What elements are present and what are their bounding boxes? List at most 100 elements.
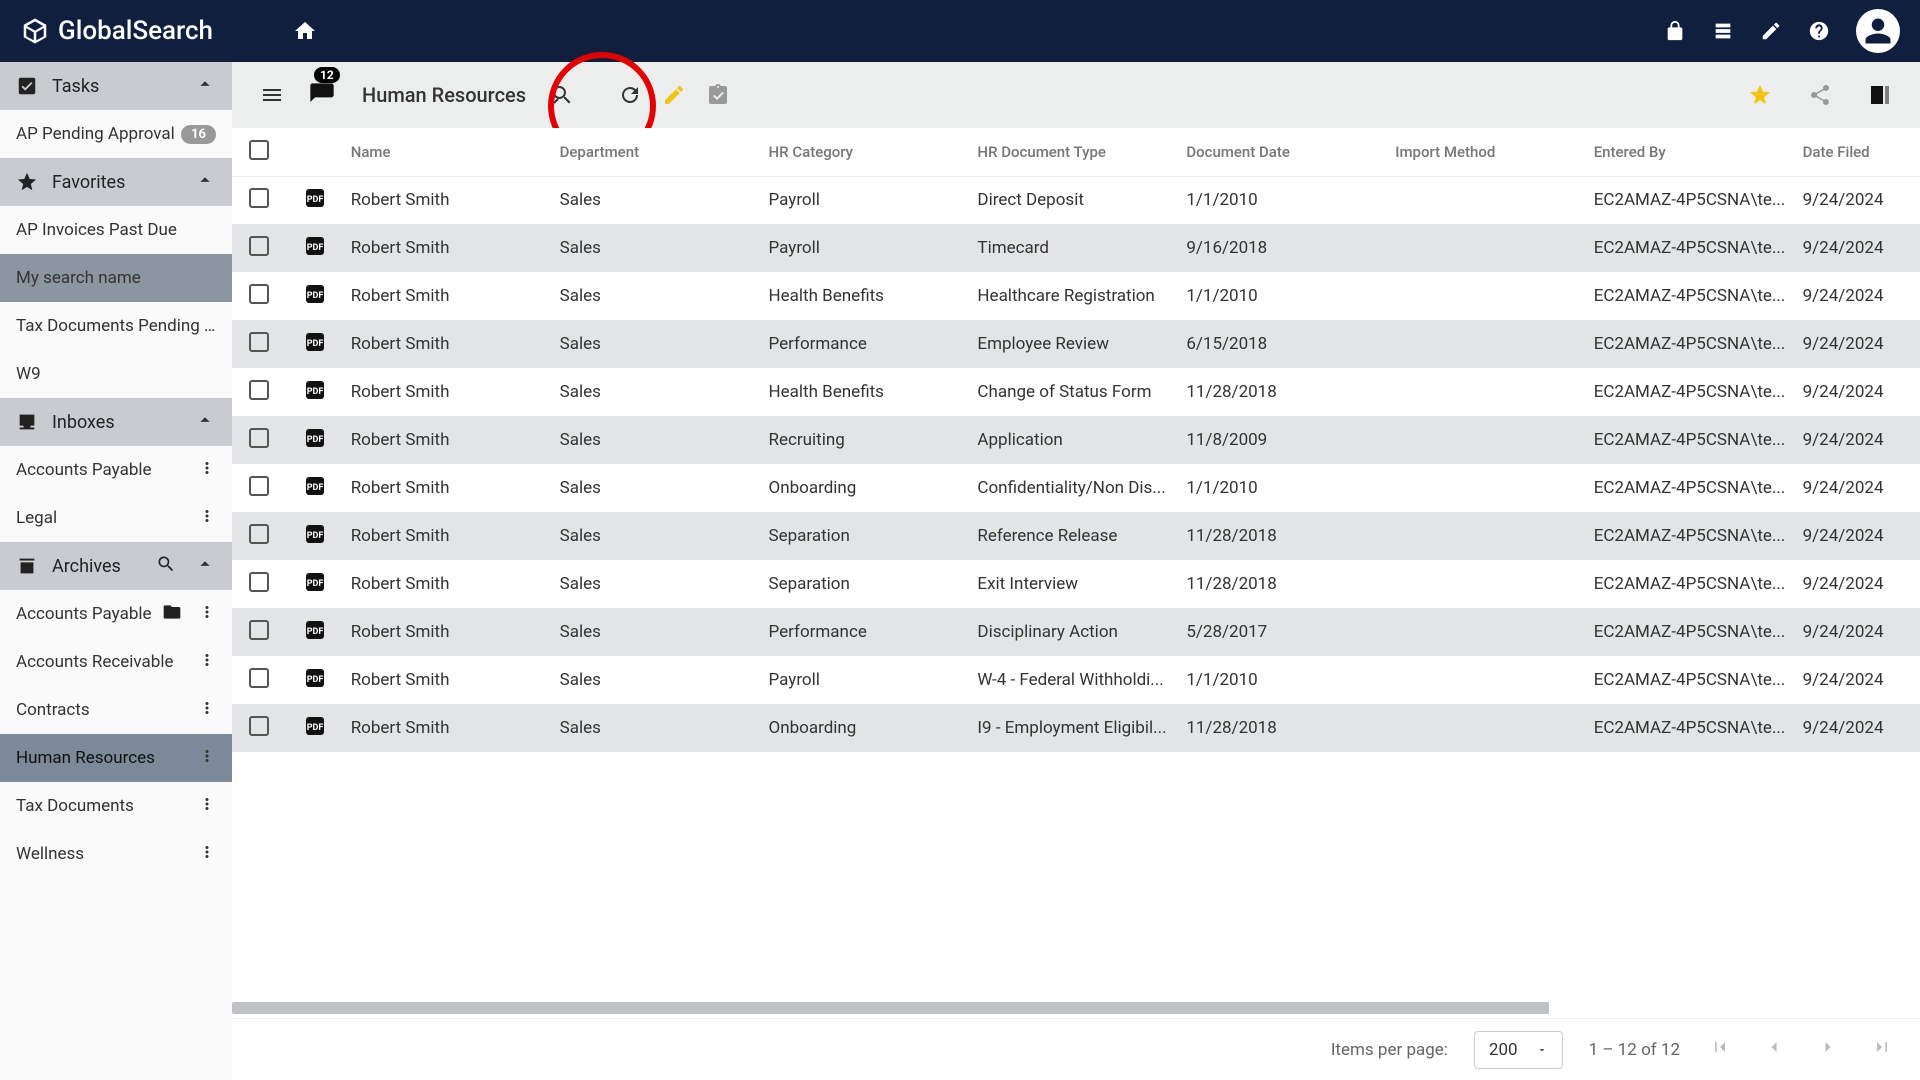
last-page-button[interactable] bbox=[1868, 1033, 1896, 1066]
sidebar-item-archive[interactable]: Human Resources bbox=[0, 734, 232, 782]
layout-button[interactable] bbox=[1858, 73, 1902, 117]
home-button[interactable] bbox=[293, 19, 317, 43]
row-checkbox[interactable] bbox=[249, 380, 269, 400]
col-hr-category[interactable]: HR Category bbox=[761, 128, 970, 176]
sidebar-item-tax-pending[interactable]: Tax Documents Pending Inde... bbox=[0, 302, 232, 350]
row-checkbox[interactable] bbox=[249, 188, 269, 208]
table-row[interactable]: PDFRobert SmithSalesSeparationReference … bbox=[232, 512, 1920, 560]
table-row[interactable]: PDFRobert SmithSalesOnboardingI9 - Emplo… bbox=[232, 704, 1920, 752]
col-name[interactable]: Name bbox=[343, 128, 552, 176]
table-row[interactable]: PDFRobert SmithSalesHealth BenefitsHealt… bbox=[232, 272, 1920, 320]
prev-page-button[interactable] bbox=[1760, 1033, 1788, 1066]
more-icon[interactable] bbox=[198, 699, 216, 722]
pdf-icon[interactable]: PDF bbox=[303, 234, 327, 258]
edit-button[interactable] bbox=[652, 73, 696, 117]
more-icon[interactable] bbox=[198, 459, 216, 482]
sidebar-item-ap-invoices[interactable]: AP Invoices Past Due bbox=[0, 206, 232, 254]
chevron-up-icon[interactable] bbox=[194, 169, 216, 196]
row-checkbox[interactable] bbox=[249, 284, 269, 304]
row-checkbox[interactable] bbox=[249, 332, 269, 352]
cell-hr-document-type: Reference Release bbox=[969, 512, 1178, 560]
row-checkbox[interactable] bbox=[249, 716, 269, 736]
table-row[interactable]: PDFRobert SmithSalesPayrollDirect Deposi… bbox=[232, 176, 1920, 224]
sidebar-item-my-search[interactable]: My search name bbox=[0, 254, 232, 302]
cell-name: Robert Smith bbox=[343, 512, 552, 560]
row-checkbox[interactable] bbox=[249, 236, 269, 256]
page-size-select[interactable]: 200 bbox=[1474, 1031, 1563, 1069]
col-department[interactable]: Department bbox=[552, 128, 761, 176]
row-checkbox[interactable] bbox=[249, 668, 269, 688]
table-row[interactable]: PDFRobert SmithSalesSeparationExit Inter… bbox=[232, 560, 1920, 608]
storage-icon[interactable] bbox=[1712, 20, 1734, 42]
section-tasks[interactable]: Tasks bbox=[0, 62, 232, 110]
pdf-icon[interactable]: PDF bbox=[303, 378, 327, 402]
chevron-up-icon[interactable] bbox=[194, 73, 216, 100]
pdf-icon[interactable]: PDF bbox=[303, 570, 327, 594]
table-row[interactable]: PDFRobert SmithSalesPayrollTimecard9/16/… bbox=[232, 224, 1920, 272]
help-icon[interactable] bbox=[1808, 20, 1830, 42]
table-row[interactable]: PDFRobert SmithSalesOnboardingConfidenti… bbox=[232, 464, 1920, 512]
row-checkbox[interactable] bbox=[249, 572, 269, 592]
row-checkbox[interactable] bbox=[249, 524, 269, 544]
more-icon[interactable] bbox=[198, 843, 216, 866]
col-document-date[interactable]: Document Date bbox=[1178, 128, 1387, 176]
section-archives[interactable]: Archives bbox=[0, 542, 232, 590]
sidebar-item-archive[interactable]: Wellness bbox=[0, 830, 232, 878]
row-checkbox[interactable] bbox=[249, 476, 269, 496]
lock-icon[interactable] bbox=[1664, 20, 1686, 42]
sidebar-item-archive[interactable]: Tax Documents bbox=[0, 782, 232, 830]
more-icon[interactable] bbox=[198, 795, 216, 818]
pdf-icon[interactable]: PDF bbox=[303, 186, 327, 210]
pdf-icon[interactable]: PDF bbox=[303, 618, 327, 642]
star-button[interactable] bbox=[1738, 73, 1782, 117]
table-row[interactable]: PDFRobert SmithSalesPerformanceDisciplin… bbox=[232, 608, 1920, 656]
app-logo[interactable]: GlobalSearch bbox=[20, 16, 213, 46]
table-row[interactable]: PDFRobert SmithSalesRecruitingApplicatio… bbox=[232, 416, 1920, 464]
col-date-filed[interactable]: Date Filed bbox=[1795, 128, 1920, 176]
pdf-icon[interactable]: PDF bbox=[303, 282, 327, 306]
pdf-icon[interactable]: PDF bbox=[303, 522, 327, 546]
more-icon[interactable] bbox=[198, 651, 216, 674]
sidebar-item-archive[interactable]: Accounts Payable bbox=[0, 590, 232, 638]
edit-square-icon[interactable] bbox=[1760, 20, 1782, 42]
more-icon[interactable] bbox=[198, 507, 216, 530]
menu-button[interactable] bbox=[250, 73, 294, 117]
pdf-icon[interactable]: PDF bbox=[303, 666, 327, 690]
more-icon[interactable] bbox=[198, 747, 216, 770]
chevron-up-icon[interactable] bbox=[194, 409, 216, 436]
pdf-icon[interactable]: PDF bbox=[303, 714, 327, 738]
table-row[interactable]: PDFRobert SmithSalesPerformanceEmployee … bbox=[232, 320, 1920, 368]
sidebar-item-ap-pending[interactable]: AP Pending Approval 16 bbox=[0, 110, 232, 158]
first-page-button[interactable] bbox=[1706, 1033, 1734, 1066]
clipboard-check-button[interactable] bbox=[696, 73, 740, 117]
sidebar-item-archive[interactable]: Contracts bbox=[0, 686, 232, 734]
sidebar-item-inbox-ap[interactable]: Accounts Payable bbox=[0, 446, 232, 494]
sidebar-item-archive[interactable]: Accounts Receivable bbox=[0, 638, 232, 686]
chevron-up-icon[interactable] bbox=[194, 553, 216, 580]
col-entered-by[interactable]: Entered By bbox=[1586, 128, 1795, 176]
table-row[interactable]: PDFRobert SmithSalesPayrollW-4 - Federal… bbox=[232, 656, 1920, 704]
pdf-icon[interactable]: PDF bbox=[303, 330, 327, 354]
pdf-icon[interactable]: PDF bbox=[303, 426, 327, 450]
search-button[interactable] bbox=[540, 73, 584, 117]
col-hr-document-type[interactable]: HR Document Type bbox=[969, 128, 1178, 176]
col-import-method[interactable]: Import Method bbox=[1387, 128, 1585, 176]
pdf-icon[interactable]: PDF bbox=[303, 474, 327, 498]
user-avatar[interactable] bbox=[1856, 9, 1900, 53]
next-page-button[interactable] bbox=[1814, 1033, 1842, 1066]
row-checkbox[interactable] bbox=[249, 620, 269, 640]
sidebar-item-inbox-legal[interactable]: Legal bbox=[0, 494, 232, 542]
table-row[interactable]: PDFRobert SmithSalesHealth BenefitsChang… bbox=[232, 368, 1920, 416]
more-icon[interactable] bbox=[198, 603, 216, 626]
share-button[interactable] bbox=[1798, 73, 1842, 117]
search-icon[interactable] bbox=[156, 554, 176, 579]
select-all-checkbox[interactable] bbox=[249, 140, 269, 160]
cell-import-method bbox=[1387, 704, 1585, 752]
sidebar-item-w9[interactable]: W9 bbox=[0, 350, 232, 398]
results-count-button[interactable]: 12 bbox=[300, 73, 344, 117]
section-favorites[interactable]: Favorites bbox=[0, 158, 232, 206]
row-checkbox[interactable] bbox=[249, 428, 269, 448]
section-inboxes[interactable]: Inboxes bbox=[0, 398, 232, 446]
horizontal-scrollbar[interactable] bbox=[232, 1002, 1920, 1018]
refresh-button[interactable] bbox=[608, 73, 652, 117]
